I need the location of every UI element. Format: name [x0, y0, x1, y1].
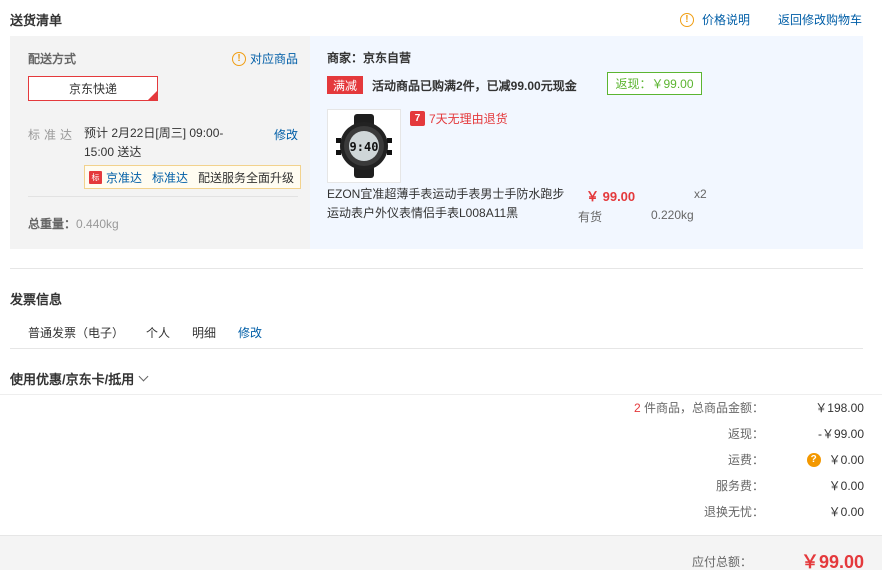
carrier-option-jd-express[interactable]: 京东快递 — [28, 76, 158, 101]
promo-text: 活动商品已购满2件，已减99.00元现金 — [372, 79, 577, 93]
selected-corner-icon — [148, 91, 157, 100]
cashback-label: 返现： — [727, 427, 764, 441]
merchant-name: 商家：京东自营 — [327, 51, 412, 65]
cashback-value: -￥99.00 — [817, 427, 864, 441]
edit-delivery-time-link[interactable]: 修改 — [274, 126, 298, 143]
shipping-fee-value: ￥0.00 — [828, 453, 864, 467]
back-to-cart-link[interactable]: 返回修改购物车 — [778, 11, 862, 28]
promo-tag: 满减 — [327, 76, 363, 94]
summary-worry-free-row: 退换无忧： ￥0.00 — [504, 503, 864, 520]
items-count: 2 — [633, 401, 641, 415]
product-quantity: x2 — [694, 187, 707, 201]
coupon-toggle[interactable]: 使用优惠/京东卡/抵用 — [10, 369, 149, 388]
merchant-panel: 商家：京东自营 满减 活动商品已购满2件，已减99.00元现金 返现：￥99.0… — [310, 36, 863, 249]
watch-icon: 9:40 — [336, 114, 392, 178]
corresponding-items-label[interactable]: 对应商品 — [250, 50, 298, 67]
product-name[interactable]: EZON宜准超薄手表运动手表男士手防水跑步运动表户外仪表情侣手表L008A11黑 — [327, 185, 567, 223]
corresponding-items-link[interactable]: ! 对应商品 — [232, 50, 298, 67]
total-value: ￥99.00 — [800, 552, 864, 570]
carrier-label: 京东快递 — [68, 82, 117, 96]
invoice-title: 发票信息 — [10, 292, 63, 307]
stock-status: 有货 — [578, 210, 603, 224]
invoice-row: 普通发票（电子） 个人 明细 修改 — [28, 324, 262, 341]
summary-service-row: 服务费： ￥0.00 — [504, 477, 864, 494]
summary-shipping-row: 运费： ? ￥0.00 — [504, 451, 864, 468]
seven-day-return-icon: 7 — [410, 111, 425, 126]
total-weight: 总重量：0.440kg — [28, 215, 119, 232]
return-policy-text: 7天无理由退货 — [429, 112, 508, 126]
divider — [28, 196, 298, 197]
coupon-title: 使用优惠/京东卡/抵用 — [10, 372, 135, 387]
jzd-badge-icon: 标 — [89, 170, 102, 184]
items-total: ￥198.00 — [815, 401, 864, 415]
invoice-owner: 个人 — [146, 326, 171, 340]
worry-free-value: ￥0.00 — [828, 505, 864, 519]
summary-items-row: 2 件商品，总商品金额： ￥198.00 — [504, 399, 864, 416]
service-fee-value: ￥0.00 — [828, 479, 864, 493]
divider — [10, 268, 863, 269]
watch-face-text: 9:40 — [350, 140, 379, 154]
question-icon[interactable]: ? — [806, 452, 821, 467]
product-weight: 0.220kg — [651, 208, 694, 222]
total-weight-label: 总重量： — [28, 217, 77, 231]
product-price: ￥ 99.00 — [586, 189, 636, 204]
invoice-type: 普通发票（电子） — [28, 326, 125, 340]
total-label: 应付总额： — [691, 555, 752, 569]
delivery-estimate: 预计 2月22日[周三] 09:00-15:00 送达 — [84, 126, 224, 159]
shipping-method-title: 配送方式 — [28, 52, 77, 66]
service-fee-label: 服务费： — [715, 479, 764, 493]
shipping-fee-cell: ? ￥0.00 — [764, 451, 864, 468]
shipping-method-panel: 配送方式 ! 对应商品 京东快递 标准达 预计 2月22日[周三] 09:00-… — [10, 36, 310, 249]
edit-invoice-link[interactable]: 修改 — [238, 324, 262, 341]
product-image[interactable]: 9:40 — [327, 109, 401, 183]
cashback-badge: 返现：￥99.00 — [607, 72, 702, 95]
invoice-detail: 明细 — [192, 326, 217, 340]
chevron-down-icon — [138, 371, 149, 382]
divider — [10, 348, 863, 349]
info-icon: ! — [679, 12, 694, 27]
shipping-list: 配送方式 ! 对应商品 京东快递 标准达 预计 2月22日[周三] 09:00-… — [10, 36, 863, 249]
jzd-upgrade-tip: 标 京准达 标准达 配送服务全面升级 — [84, 165, 302, 189]
total-weight-value: 0.440kg — [76, 217, 119, 231]
divider — [0, 394, 882, 395]
info-icon: ! — [232, 51, 246, 66]
total-bar: 应付总额： ￥99.00 — [0, 535, 882, 570]
header-links: ! 价格说明 返回修改购物车 — [679, 11, 862, 28]
return-policy-tag: 7 7天无理由退货 — [410, 110, 508, 127]
summary-cashback-row: 返现： -￥99.00 — [504, 425, 864, 442]
page-title: 送货清单 — [10, 13, 63, 28]
jzd-standard: 标准达 — [152, 170, 189, 185]
jzd-name: 京准达 — [106, 170, 143, 185]
standard-delivery-label: 标准达 — [28, 128, 77, 142]
items-label: 件商品，总商品金额： — [640, 401, 764, 415]
shipping-fee-label: 运费： — [727, 453, 764, 467]
jzd-upgrade-text: 配送服务全面升级 — [198, 170, 295, 185]
worry-free-label: 退换无忧： — [703, 505, 764, 519]
price-note-link[interactable]: 价格说明 — [702, 11, 750, 28]
